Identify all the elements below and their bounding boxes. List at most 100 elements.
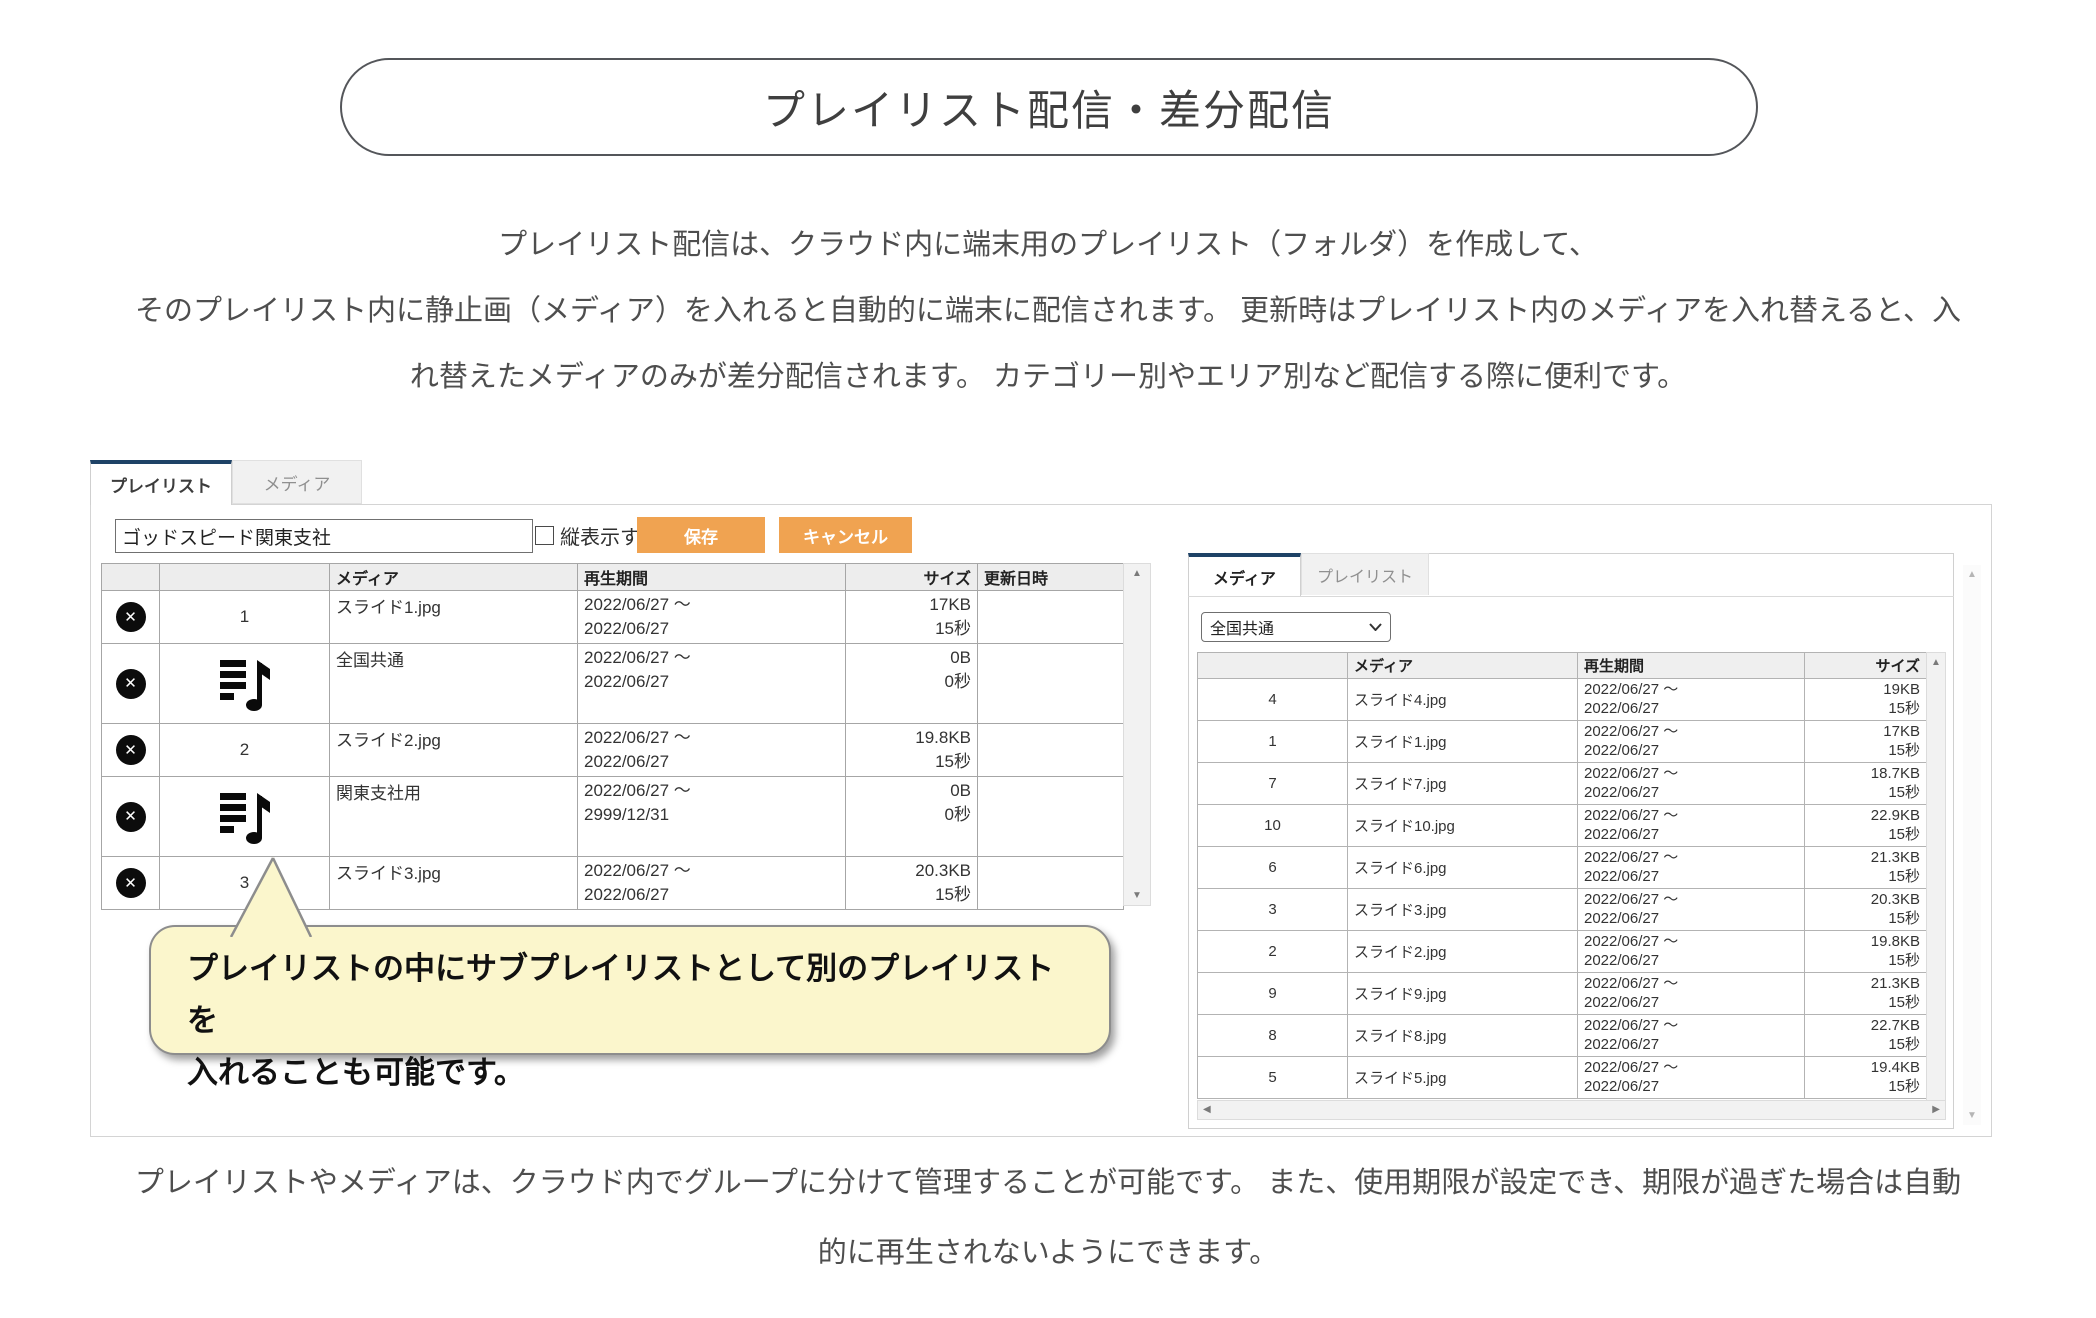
media-table-hscrollbar[interactable]: ◀ ▶ <box>1197 1100 1946 1120</box>
table-row[interactable]: 9 スライド9.jpg 2022/06/27 ～ 2022/06/27 21.3… <box>1198 973 1927 1015</box>
delete-row-button[interactable]: ✕ <box>116 735 146 765</box>
table-row[interactable]: 6 スライド6.jpg 2022/06/27 ～ 2022/06/27 21.3… <box>1198 847 1927 889</box>
callout-text: 入れることも可能です。 <box>187 1047 1079 1099</box>
play-period: 2022/06/27 ～ 2022/06/27 <box>578 724 846 777</box>
updated-cell <box>978 857 1124 910</box>
scroll-down-arrow-icon[interactable]: ▼ <box>1124 890 1150 901</box>
play-period: 2022/06/27 ～ 2022/06/27 <box>1578 679 1805 721</box>
chevron-down-icon <box>1369 623 1382 631</box>
delete-row-button[interactable]: ✕ <box>116 669 146 699</box>
media-name: スライド3.jpg <box>1348 889 1578 931</box>
play-period: 2022/06/27 ～ 2022/06/27 <box>1578 721 1805 763</box>
col-updated: 更新日時 <box>978 564 1124 591</box>
page-title-pill: プレイリスト配信・差分配信 <box>340 58 1758 156</box>
table-row[interactable]: 8 スライド8.jpg 2022/06/27 ～ 2022/06/27 22.7… <box>1198 1015 1927 1057</box>
media-name: スライド9.jpg <box>1348 973 1578 1015</box>
table-row[interactable]: ✕ 関東支社用 2022/06/27 ～ 2999/12/31 <box>102 777 1124 857</box>
media-name: スライド10.jpg <box>1348 805 1578 847</box>
size-cell: 19KB 15秒 <box>1805 679 1927 721</box>
table-row[interactable]: 2 スライド2.jpg 2022/06/27 ～ 2022/06/27 19.8… <box>1198 931 1927 973</box>
scroll-down-arrow-icon[interactable]: ▼ <box>1963 1110 1981 1121</box>
intro-line: プレイリスト配信は、クラウド内に端末用のプレイリスト（フォルダ）を作成して、 <box>40 212 2056 278</box>
play-period: 2022/06/27 ～ 2022/06/27 <box>578 591 846 644</box>
play-period: 2022/06/27 ～ 2022/06/27 <box>1578 931 1805 973</box>
updated-cell <box>978 777 1124 857</box>
playlist-table-scrollbar[interactable]: ▲ ▼ <box>1123 563 1151 906</box>
delete-row-button[interactable]: ✕ <box>116 802 146 832</box>
play-period: 2022/06/27 ～ 2022/06/27 <box>1578 763 1805 805</box>
size-cell: 20.3KB 15秒 <box>846 857 978 910</box>
scroll-up-arrow-icon[interactable]: ▲ <box>1124 568 1150 579</box>
media-name: スライド5.jpg <box>1348 1057 1578 1099</box>
col-period: 再生期間 <box>578 564 846 591</box>
playlist-name-input[interactable] <box>115 519 533 553</box>
play-period: 2022/06/27 ～ 2022/06/27 <box>1578 847 1805 889</box>
tab-label: プレイリスト <box>110 472 212 497</box>
size-cell: 22.9KB 15秒 <box>1805 805 1927 847</box>
row-order: 10 <box>1198 805 1348 847</box>
row-order: 7 <box>1198 763 1348 805</box>
circle-x-icon: ✕ <box>124 809 137 824</box>
left-tabbar: プレイリスト メディア <box>90 460 362 504</box>
size-cell: 17KB 15秒 <box>846 591 978 644</box>
scroll-up-arrow-icon[interactable]: ▲ <box>1927 657 1945 668</box>
scroll-up-arrow-icon[interactable]: ▲ <box>1963 569 1981 580</box>
scroll-right-arrow-icon[interactable]: ▶ <box>1932 1104 1940 1115</box>
col-size: サイズ <box>846 564 978 591</box>
updated-cell <box>978 724 1124 777</box>
updated-cell <box>978 644 1124 724</box>
play-period: 2022/06/27 ～ 2022/06/27 <box>578 644 846 724</box>
table-header-row: メディア 再生期間 サイズ 更新日時 <box>102 564 1124 591</box>
media-list-panel: メディア プレイリスト 全国共通 <box>1188 553 1954 1129</box>
col-period: 再生期間 <box>1578 653 1805 679</box>
play-period: 2022/06/27 ～ 2022/06/27 <box>1578 889 1805 931</box>
tab-media[interactable]: メディア <box>232 460 362 504</box>
playlist-icon <box>160 644 330 724</box>
table-row[interactable]: 1 スライド1.jpg 2022/06/27 ～ 2022/06/27 17KB… <box>1198 721 1927 763</box>
size-cell: 20.3KB 15秒 <box>1805 889 1927 931</box>
play-period: 2022/06/27 ～ 2999/12/31 <box>578 777 846 857</box>
table-row[interactable]: 3 スライド3.jpg 2022/06/27 ～ 2022/06/27 20.3… <box>1198 889 1927 931</box>
callout-bubble: プレイリストの中にサブプレイリストとして別のプレイリストを 入れることも可能です… <box>149 925 1111 1055</box>
intro-line: れ替えたメディアのみが差分配信されます。 カテゴリー別やエリア別など配信する際に… <box>40 344 2056 410</box>
play-period: 2022/06/27 ～ 2022/06/27 <box>1578 1015 1805 1057</box>
vertical-display-checkbox[interactable] <box>535 526 554 545</box>
tab-playlist[interactable]: プレイリスト <box>1301 553 1429 595</box>
size-cell: 22.7KB 15秒 <box>1805 1015 1927 1057</box>
table-header-row: メディア 再生期間 サイズ <box>1198 653 1927 679</box>
size-cell: 21.3KB 15秒 <box>1805 973 1927 1015</box>
media-name: スライド2.jpg <box>1348 931 1578 973</box>
media-table-scrollbar[interactable]: ▲ ▼ <box>1926 652 1946 1118</box>
tab-label: メディア <box>264 470 331 495</box>
row-order: 1 <box>160 591 330 644</box>
save-button[interactable]: 保存 <box>637 517 765 553</box>
intro-paragraph: プレイリスト配信は、クラウド内に端末用のプレイリスト（フォルダ）を作成して、 そ… <box>40 212 2056 410</box>
tab-label: プレイリスト <box>1317 563 1413 587</box>
scroll-left-arrow-icon[interactable]: ◀ <box>1203 1104 1211 1115</box>
cancel-button[interactable]: キャンセル <box>779 517 912 553</box>
table-row[interactable]: ✕ 2 スライド2.jpg 2022/06/27 ～ 2022/06/27 19… <box>102 724 1124 777</box>
table-row[interactable]: 5 スライド5.jpg 2022/06/27 ～ 2022/06/27 19.4… <box>1198 1057 1927 1099</box>
tab-media[interactable]: メディア <box>1188 553 1301 596</box>
media-name: スライド1.jpg <box>1348 721 1578 763</box>
play-period: 2022/06/27 ～ 2022/06/27 <box>578 857 846 910</box>
table-row[interactable]: 7 スライド7.jpg 2022/06/27 ～ 2022/06/27 18.7… <box>1198 763 1927 805</box>
table-row[interactable]: ✕ 1 スライド1.jpg 2022/06/27 ～ 2022/06/27 17… <box>102 591 1124 644</box>
table-row[interactable]: ✕ 全国共通 2022/06/27 ～ 2022/06/27 <box>102 644 1124 724</box>
table-row[interactable]: 4 スライド4.jpg 2022/06/27 ～ 2022/06/27 19KB… <box>1198 679 1927 721</box>
delete-row-button[interactable]: ✕ <box>116 868 146 898</box>
circle-x-icon: ✕ <box>124 876 137 891</box>
tab-playlist[interactable]: プレイリスト <box>90 460 232 505</box>
delete-row-button[interactable]: ✕ <box>116 602 146 632</box>
group-select[interactable]: 全国共通 <box>1201 612 1391 642</box>
col-media: メディア <box>1348 653 1578 679</box>
footer-paragraph: プレイリストやメディアは、クラウド内でグループに分けて管理することが可能です。 … <box>40 1148 2056 1288</box>
play-period: 2022/06/27 ～ 2022/06/27 <box>1578 1057 1805 1099</box>
widget-scrollbar[interactable]: ▲ ▼ <box>1963 565 1981 1125</box>
col-size: サイズ <box>1805 653 1927 679</box>
table-row[interactable]: 10 スライド10.jpg 2022/06/27 ～ 2022/06/27 22… <box>1198 805 1927 847</box>
callout-text: プレイリストの中にサブプレイリストとして別のプレイリストを <box>187 943 1079 1047</box>
media-name: スライド6.jpg <box>1348 847 1578 889</box>
row-order: 8 <box>1198 1015 1348 1057</box>
media-name: スライド1.jpg <box>330 591 578 644</box>
